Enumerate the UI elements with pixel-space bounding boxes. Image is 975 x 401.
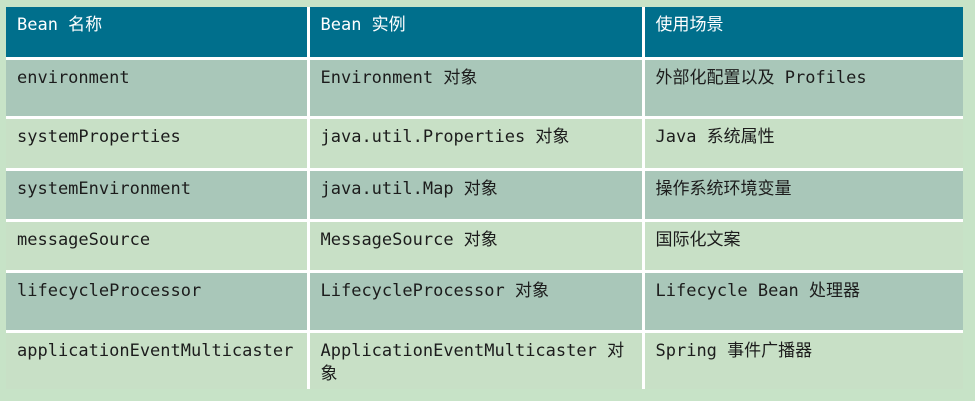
cell-usage-scenario: Lifecycle Bean 处理器 <box>643 271 963 333</box>
bean-table-container: Bean 名称 Bean 实例 使用场景 environment Environ… <box>6 7 963 389</box>
cell-bean-name: messageSource <box>6 220 310 273</box>
header-row: Bean 名称 Bean 实例 使用场景 <box>6 7 963 60</box>
cell-usage-scenario: 外部化配置以及 Profiles <box>643 58 963 119</box>
cell-bean-name: applicationEventMulticaster <box>6 331 310 389</box>
cell-bean-instance: Environment 对象 <box>308 58 645 119</box>
table-row: lifecycleProcessor LifecycleProcessor 对象… <box>6 271 963 333</box>
header-bean-instance: Bean 实例 <box>308 7 645 60</box>
builtin-beans-table: Bean 名称 Bean 实例 使用场景 environment Environ… <box>6 7 963 389</box>
table-row: messageSource MessageSource 对象 国际化文案 <box>6 220 963 273</box>
cell-bean-name: systemProperties <box>6 117 310 171</box>
cell-bean-instance: LifecycleProcessor 对象 <box>308 271 645 333</box>
cell-usage-scenario: Spring 事件广播器 <box>643 331 963 389</box>
header-usage-scenario: 使用场景 <box>643 7 963 60</box>
table-row: systemEnvironment java.util.Map 对象 操作系统环… <box>6 169 963 222</box>
cell-bean-instance: java.util.Map 对象 <box>308 169 645 222</box>
cell-bean-name: environment <box>6 58 310 119</box>
table-row: environment Environment 对象 外部化配置以及 Profi… <box>6 58 963 119</box>
cell-usage-scenario: Java 系统属性 <box>643 117 963 171</box>
table-header: Bean 名称 Bean 实例 使用场景 <box>6 7 963 60</box>
cell-bean-name: lifecycleProcessor <box>6 271 310 333</box>
table-row: applicationEventMulticaster ApplicationE… <box>6 331 963 389</box>
cell-bean-instance: java.util.Properties 对象 <box>308 117 645 171</box>
cell-bean-instance: ApplicationEventMulticaster 对象 <box>308 331 645 389</box>
table-row: systemProperties java.util.Properties 对象… <box>6 117 963 171</box>
cell-usage-scenario: 国际化文案 <box>643 220 963 273</box>
cell-bean-name: systemEnvironment <box>6 169 310 222</box>
header-bean-name: Bean 名称 <box>6 7 310 60</box>
cell-usage-scenario: 操作系统环境变量 <box>643 169 963 222</box>
table-body: environment Environment 对象 外部化配置以及 Profi… <box>6 58 963 389</box>
cell-bean-instance: MessageSource 对象 <box>308 220 645 273</box>
